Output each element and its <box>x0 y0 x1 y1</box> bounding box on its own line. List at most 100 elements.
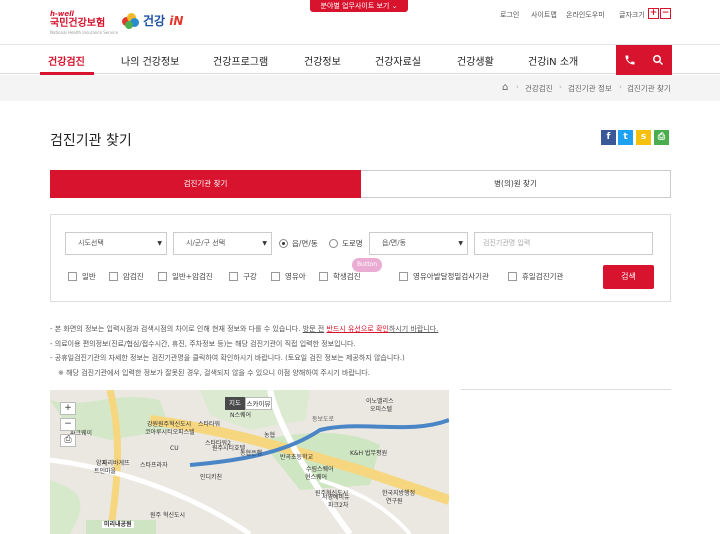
map-label: 동보도로 <box>312 416 335 423</box>
twitter-icon[interactable]: t <box>618 130 633 145</box>
map-label: 수림스퀘어 <box>306 466 334 473</box>
sido-select[interactable]: 시도선택 ▼ <box>65 232 167 255</box>
health-in-logo[interactable]: 건강 iN <box>122 12 183 29</box>
notice-line: ※ 해당 검진기관에서 입력한 정보가 잘못된 경우, 걸색되지 않을 수 있으… <box>58 368 370 377</box>
search-submit-button[interactable]: 검색 <box>603 265 654 289</box>
institution-name-input[interactable]: 검진기관명 입력 <box>474 232 653 255</box>
checkbox-box[interactable] <box>68 272 77 281</box>
home-icon[interactable]: ⌂ <box>502 82 508 93</box>
nav-item-checkup[interactable]: 건강검진 <box>48 53 85 68</box>
notice-highlight: 반드시 유선으로 확인 <box>326 325 389 333</box>
checkbox-label: 일반+암검진 <box>172 272 213 281</box>
checkbox-box[interactable] <box>508 272 517 281</box>
checkbox-box[interactable] <box>229 272 238 281</box>
checkbox-general[interactable]: 일반 <box>68 271 96 282</box>
sigungu-select-value: 시/군/구 선택 <box>186 239 226 247</box>
checkbox-label: 일반 <box>82 272 96 281</box>
main-nav: 건강검진 나의 건강정보 건강프로그램 건강정보 건강자료실 건강생활 건강iN… <box>0 44 720 75</box>
tab-checkup-institution[interactable]: 검진기관 찾기 <box>50 170 361 198</box>
nav-item-health-info[interactable]: 건강정보 <box>304 53 341 68</box>
map-label: 스타타워2 <box>205 440 231 447</box>
health-in-logo-accent: iN <box>169 14 184 28</box>
breadcrumb-item-institution-info[interactable]: 검진기관 정보 <box>568 83 612 94</box>
font-size-controls: + − <box>648 8 671 19</box>
map-label: 농협은행 <box>240 450 263 457</box>
map-reset-button[interactable]: ⎙ <box>60 434 76 447</box>
health-in-logo-text: 건강 <box>143 14 166 28</box>
map-view[interactable]: 강원원주혁신도시 코아루시티오피스텔 스타타워 원주시티호텔 스타프라자 파크웨… <box>50 390 449 534</box>
notice-line: - 본 화면의 정보는 입력시점과 검색시점의 차이로 인해 현재 정보와 다를… <box>50 322 438 337</box>
print-icon: ⎙ <box>64 435 72 445</box>
checkbox-box[interactable] <box>399 272 408 281</box>
facebook-icon[interactable]: f <box>601 130 616 145</box>
map-type-skyview-button[interactable]: 스카이뷰 <box>245 397 272 410</box>
map-label: 반곡초등학교 <box>280 454 314 461</box>
notice-list: - 본 화면의 정보는 입력시점과 검색시점의 차이로 인해 현재 정보와 다를… <box>50 322 438 380</box>
nhis-logo-sub: National Health Insurance Service <box>50 30 119 35</box>
checkbox-dental[interactable]: 구강 <box>229 271 257 282</box>
map-label: 현스퀘어 <box>305 474 328 481</box>
sigungu-select[interactable]: 시/군/구 선택 ▼ <box>173 232 272 255</box>
breadcrumb-item-checkup[interactable]: 건강검진 <box>525 83 553 94</box>
dong-select[interactable]: 읍/면/동 ▼ <box>369 232 468 255</box>
map-label: 트인마을 <box>94 468 117 475</box>
breadcrumb: ⌂ › 건강검진 › 검진기관 정보 › 검진기관 찾기 <box>0 75 720 101</box>
nav-item-programs[interactable]: 건강프로그램 <box>213 53 268 68</box>
map-type-map-button[interactable]: 지도 <box>225 397 245 410</box>
font-increase-button[interactable]: + <box>648 8 659 19</box>
sido-select-value: 시도선택 <box>78 239 104 247</box>
map-zoom-in-button[interactable]: + <box>60 402 76 415</box>
checkbox-box[interactable] <box>158 272 167 281</box>
site-list-button-label: 분야별 업무사이트 보기 <box>320 2 390 10</box>
nav-item-about[interactable]: 건강iN 소개 <box>528 53 578 68</box>
print-icon[interactable]: ⎙ <box>654 130 669 145</box>
radio-dong-circle[interactable] <box>279 239 288 248</box>
search-button[interactable] <box>644 45 672 75</box>
phone-button[interactable] <box>616 45 644 75</box>
radio-road-label: 도로명 <box>342 239 363 248</box>
page-title: 검진기관 찾기 <box>50 133 132 149</box>
radio-road[interactable]: 도로명 <box>329 238 363 249</box>
online-help-link[interactable]: 온라인도우미 <box>566 10 605 20</box>
checkbox-general-cancer[interactable]: 일반+암검진 <box>158 271 213 282</box>
site-list-button[interactable]: 분야별 업무사이트 보기 ⌄ <box>310 0 408 12</box>
radio-dong-label: 읍/면/동 <box>292 239 318 248</box>
map-label: 한국지방행정 <box>382 490 416 497</box>
map-label: 스타타워 <box>198 421 221 428</box>
map-label: 파크2차 <box>328 502 349 509</box>
checkbox-box[interactable] <box>271 272 280 281</box>
login-link[interactable]: 로그인 <box>500 10 519 20</box>
checkbox-label: 영유아발달정밀검사기관 <box>413 272 489 281</box>
kakaostory-icon[interactable]: s <box>636 130 651 145</box>
nav-item-my-health[interactable]: 나의 건강정보 <box>121 53 179 68</box>
checkbox-box[interactable] <box>319 272 328 281</box>
map-label: 양지 <box>96 460 108 467</box>
nav-item-lifestyle[interactable]: 건강생활 <box>457 53 494 68</box>
checkbox-box[interactable] <box>109 272 118 281</box>
nav-item-resources[interactable]: 건강자료실 <box>375 53 421 68</box>
tab-hospital[interactable]: 병(의)원 찾기 <box>361 170 671 198</box>
radio-road-circle[interactable] <box>329 239 338 248</box>
sitemap-link[interactable]: 사이트맵 <box>531 10 557 20</box>
nhis-logo-text: 국민건강보험 <box>50 18 106 29</box>
map-label: 이노밸리스 <box>366 398 394 405</box>
breadcrumb-separator: › <box>516 83 519 91</box>
map-label: 서영에비뉴 <box>322 494 350 501</box>
map-zoom-out-button[interactable]: − <box>60 418 76 431</box>
notice-text: 방문 전 <box>302 325 325 333</box>
checkbox-student[interactable]: 학생검진 <box>319 271 361 282</box>
checkbox-infant-development[interactable]: 영유아발달정밀검사기관 <box>399 271 489 282</box>
map-label: 오피스텔 <box>370 406 393 413</box>
phone-icon <box>625 55 635 65</box>
font-decrease-button[interactable]: − <box>660 8 671 19</box>
map-label: 인디키친 <box>200 474 223 481</box>
search-icon <box>653 55 664 66</box>
checkbox-cancer[interactable]: 암검진 <box>109 271 144 282</box>
nhis-logo[interactable]: h-well 국민건강보험 National Health Insurance … <box>50 10 118 35</box>
checkbox-label: 암검진 <box>123 272 144 281</box>
font-size-label: 글자크기 <box>619 11 645 19</box>
checkbox-holiday[interactable]: 휴일검진기관 <box>508 271 563 282</box>
radio-dong[interactable]: 읍/면/동 <box>279 238 318 249</box>
notice-text: - 본 화면의 정보는 입력시점과 검색시점의 차이로 인해 현재 정보와 다를… <box>50 325 301 333</box>
checkbox-infant[interactable]: 영유아 <box>271 271 306 282</box>
